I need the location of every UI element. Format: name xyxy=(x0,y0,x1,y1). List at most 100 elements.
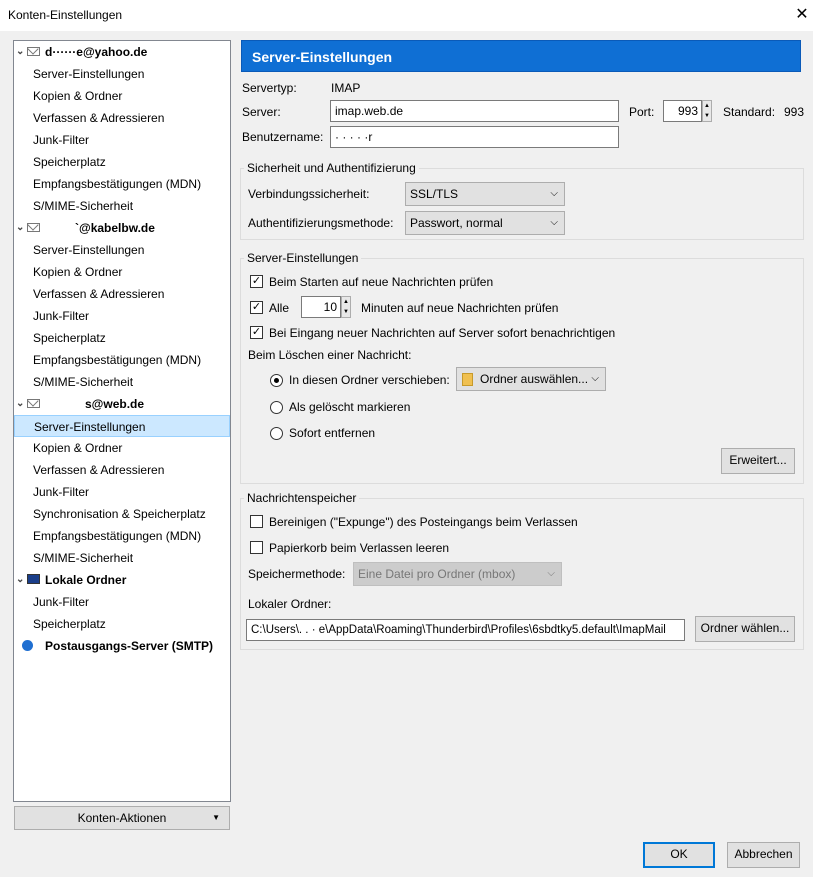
tree-item-junk[interactable]: Junk-Filter xyxy=(14,591,230,613)
storage-method-label: Speichermethode: xyxy=(248,567,346,581)
connection-security-select[interactable]: SSL/TLS ⌵ xyxy=(405,182,565,206)
tree-item-copies-folders[interactable]: Kopien & Ordner xyxy=(14,85,230,107)
minutes-input[interactable]: 10 xyxy=(301,296,341,318)
mail-account-icon xyxy=(27,223,40,232)
check-startup-label: Beim Starten auf neue Nachrichten prüfen xyxy=(269,275,494,289)
close-icon[interactable]: ✕ xyxy=(792,4,812,26)
port-spinner[interactable]: ▲ ▼ xyxy=(702,100,712,122)
standard-label: Standard: xyxy=(723,105,776,119)
auth-method-label: Authentifizierungsmethode: xyxy=(248,216,394,230)
account-name: s@web.de xyxy=(85,397,145,411)
tree-item-composition[interactable]: Verfassen & Adressieren xyxy=(14,283,230,305)
mail-account-icon xyxy=(27,47,40,56)
tree-item-label: Speicherplatz xyxy=(33,155,106,169)
empty-trash-label: Papierkorb beim Verlassen leeren xyxy=(269,541,450,555)
tree-item-server-settings-selected[interactable]: Server-Einstellungen xyxy=(14,415,230,437)
tree-item-label: Server-Einstellungen xyxy=(33,243,145,257)
connection-security-label: Verbindungssicherheit: xyxy=(248,187,370,201)
account-name: Lokale Ordner xyxy=(45,573,127,587)
check-every-label: Alle xyxy=(269,301,290,315)
local-folder-input[interactable]: C:\Users\. . · e\AppData\Roaming\Thunder… xyxy=(246,619,685,641)
account-kabelbw[interactable]: ⌄ `@kabelbw.de xyxy=(14,217,230,239)
tree-item-junk[interactable]: Junk-Filter xyxy=(14,305,230,327)
cancel-button[interactable]: Abbrechen xyxy=(727,842,800,868)
chevron-down-icon: ⌵ xyxy=(547,568,555,579)
tree-item-server-settings[interactable]: Server-Einstellungen xyxy=(14,239,230,261)
tree-item-label: Kopien & Ordner xyxy=(33,265,123,279)
tree-item-copies-folders[interactable]: Kopien & Ordner xyxy=(14,261,230,283)
folder-picker-button[interactable]: Ordner auswählen... ⌵ xyxy=(456,367,606,391)
account-actions-button[interactable]: Konten-Aktionen ▼ xyxy=(14,806,230,830)
tree-item-label: Speicherplatz xyxy=(33,331,106,345)
account-local-folders[interactable]: ⌄ Lokale Ordner xyxy=(14,569,230,591)
tree-item-label: S/MIME-Sicherheit xyxy=(33,375,134,389)
empty-trash-checkbox[interactable] xyxy=(250,541,263,554)
tree-item-junk[interactable]: Junk-Filter xyxy=(14,481,230,503)
tree-item-junk[interactable]: Junk-Filter xyxy=(14,129,230,151)
remove-now-radio[interactable] xyxy=(270,427,283,440)
check-every-checkbox[interactable]: ✓ xyxy=(250,301,263,314)
check-startup-checkbox[interactable]: ✓ xyxy=(250,275,263,288)
folder-icon xyxy=(462,373,473,386)
tree-item-label: Speicherplatz xyxy=(33,617,106,631)
server-input[interactable]: imap.web.de xyxy=(330,100,619,122)
notify-label: Bei Eingang neuer Nachrichten auf Server… xyxy=(269,326,616,340)
chevron-down-icon[interactable]: ⌄ xyxy=(16,569,26,591)
move-to-folder-radio[interactable] xyxy=(270,374,283,387)
account-smtp[interactable]: Postausgangs-Server (SMTP) xyxy=(14,635,230,657)
local-folder-label: Lokaler Ordner: xyxy=(248,597,332,611)
account-webde[interactable]: ⌄ s@web.de xyxy=(14,393,230,415)
auth-method-select[interactable]: Passwort, normal ⌵ xyxy=(405,211,565,235)
chevron-down-icon: ⌵ xyxy=(591,373,599,384)
tree-item-label: Junk-Filter xyxy=(33,133,90,147)
account-name: `@kabelbw.de xyxy=(75,221,155,235)
tree-item-server-settings[interactable]: Server-Einstellungen xyxy=(14,63,230,85)
tree-item-label: Empfangsbestätigungen (MDN) xyxy=(33,353,202,367)
tree-item-mdn[interactable]: Empfangsbestätigungen (MDN) xyxy=(14,173,230,195)
port-input[interactable]: 993 xyxy=(663,100,702,122)
mark-deleted-radio[interactable] xyxy=(270,401,283,414)
storage-method-select[interactable]: Eine Datei pro Ordner (mbox) ⌵ xyxy=(353,562,562,586)
chevron-down-icon[interactable]: ⌄ xyxy=(16,393,26,415)
tree-item-sync-storage[interactable]: Synchronisation & Speicherplatz xyxy=(14,503,230,525)
tree-item-label: Empfangsbestätigungen (MDN) xyxy=(33,177,202,191)
tree-item-smime[interactable]: S/MIME-Sicherheit xyxy=(14,371,230,393)
username-input[interactable]: · · · · ·r xyxy=(330,126,619,148)
tree-item-label: S/MIME-Sicherheit xyxy=(33,551,134,565)
minutes-spinner[interactable]: ▲ ▼ xyxy=(341,296,351,318)
tree-item-label: Synchronisation & Speicherplatz xyxy=(33,507,206,521)
account-actions-label: Konten-Aktionen xyxy=(77,811,167,825)
storage-group-title: Nachrichtenspeicher xyxy=(244,491,360,505)
tree-item-label: Server-Einstellungen xyxy=(34,420,146,434)
account-yahoo[interactable]: ⌄ d······e@yahoo.de xyxy=(14,41,230,63)
tree-item-smime[interactable]: S/MIME-Sicherheit xyxy=(14,547,230,569)
move-to-folder-label: In diesen Ordner verschieben: xyxy=(289,373,450,387)
computer-icon xyxy=(27,574,40,584)
expunge-checkbox[interactable] xyxy=(250,515,263,528)
notify-checkbox[interactable]: ✓ xyxy=(250,326,263,339)
dropdown-arrow-icon: ▼ xyxy=(212,813,220,822)
choose-folder-button[interactable]: Ordner wählen... xyxy=(695,616,795,642)
chevron-down-icon[interactable]: ⌄ xyxy=(16,41,26,63)
tree-item-smime[interactable]: S/MIME-Sicherheit xyxy=(14,195,230,217)
ok-button[interactable]: OK xyxy=(643,842,715,868)
standard-value: 993 xyxy=(784,105,805,119)
tree-item-composition[interactable]: Verfassen & Adressieren xyxy=(14,459,230,481)
tree-item-mdn[interactable]: Empfangsbestätigungen (MDN) xyxy=(14,349,230,371)
tree-item-mdn[interactable]: Empfangsbestätigungen (MDN) xyxy=(14,525,230,547)
advanced-button[interactable]: Erweitert... xyxy=(721,448,795,474)
chevron-down-icon: ⌵ xyxy=(550,188,558,199)
tree-item-label: Junk-Filter xyxy=(33,309,90,323)
chevron-down-icon[interactable]: ⌄ xyxy=(16,217,26,239)
account-tree[interactable]: ⌄ d······e@yahoo.de Server-Einstellungen… xyxy=(13,40,231,802)
tree-item-storage[interactable]: Speicherplatz xyxy=(14,327,230,349)
tree-item-label: Kopien & Ordner xyxy=(33,441,123,455)
tree-item-storage[interactable]: Speicherplatz xyxy=(14,151,230,173)
tree-item-storage[interactable]: Speicherplatz xyxy=(14,613,230,635)
server-label: Server: xyxy=(242,105,281,119)
tree-item-composition[interactable]: Verfassen & Adressieren xyxy=(14,107,230,129)
tree-item-copies-folders[interactable]: Kopien & Ordner xyxy=(14,437,230,459)
tree-item-label: Verfassen & Adressieren xyxy=(33,111,165,125)
account-name: Postausgangs-Server (SMTP) xyxy=(45,639,214,653)
tree-item-label: Server-Einstellungen xyxy=(33,67,145,81)
